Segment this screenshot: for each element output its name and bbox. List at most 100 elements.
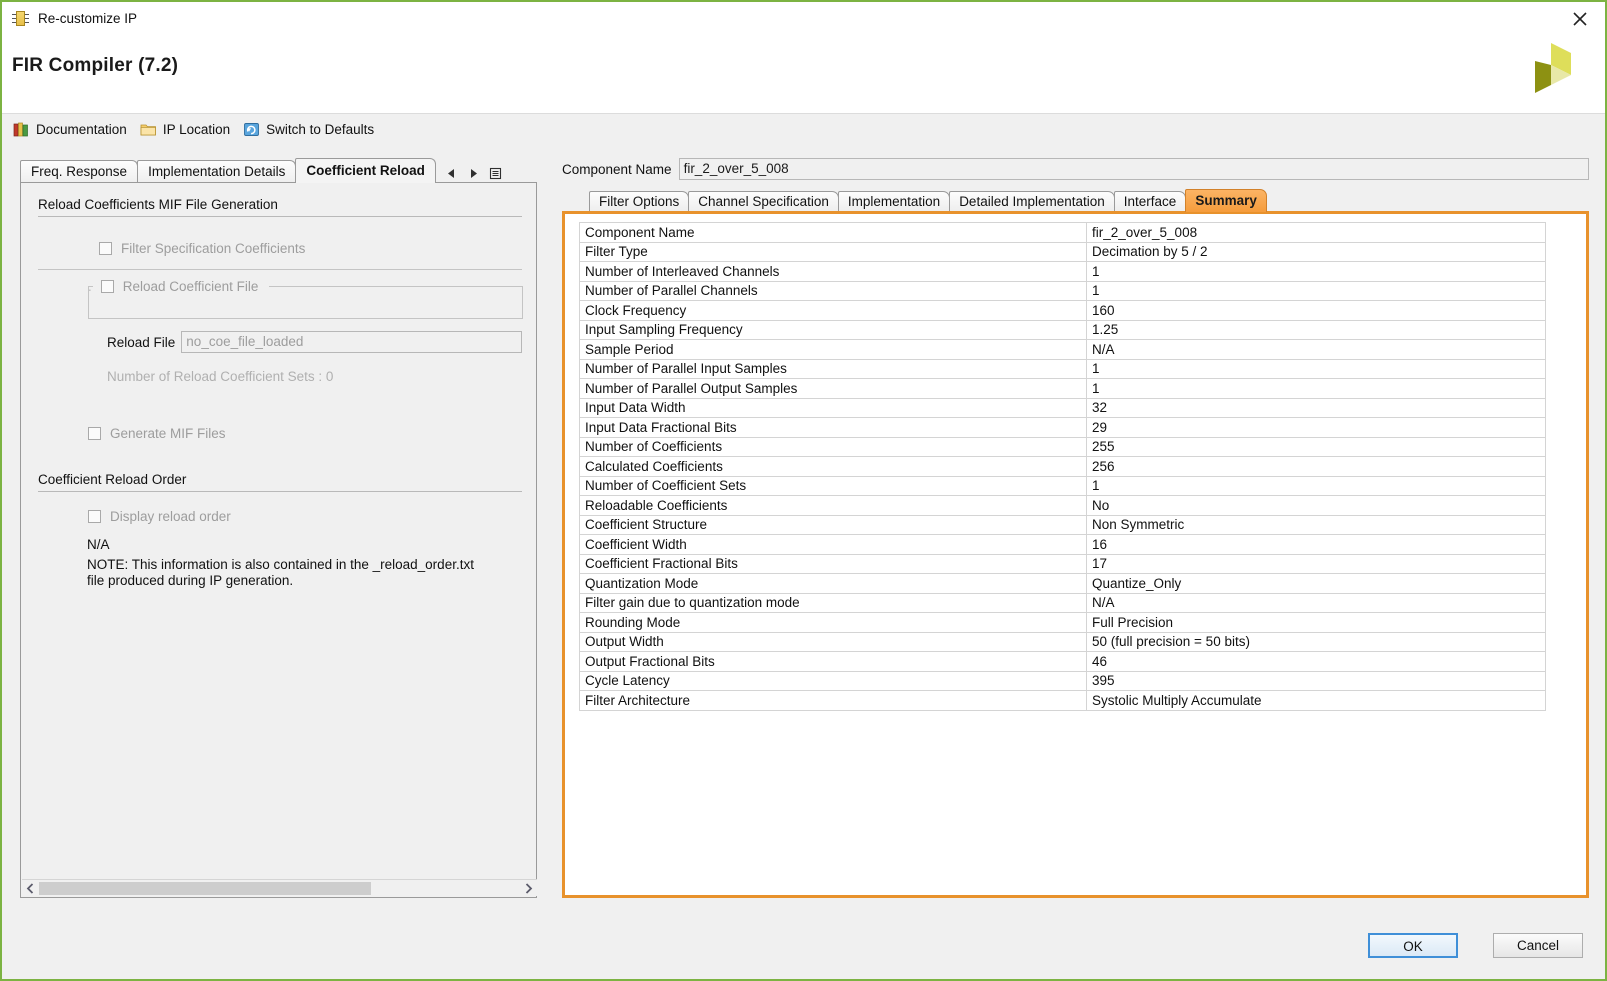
summary-value: 1.25	[1086, 319, 1546, 340]
group-edge-bottom	[88, 318, 523, 319]
table-row: Number of Parallel Channels 1	[579, 280, 1546, 301]
reload-sets-count: Number of Reload Coefficient Sets : 0	[107, 369, 334, 384]
summary-key: Quantization Mode	[579, 573, 1087, 594]
table-row: Rounding Mode Full Precision	[579, 612, 1546, 633]
dialog-body: Freq. Response Implementation Details Co…	[2, 145, 1605, 913]
folder-icon	[140, 121, 157, 138]
table-row: Calculated Coefficients 256	[579, 456, 1546, 477]
summary-key: Filter gain due to quantization mode	[579, 592, 1087, 613]
summary-key: Filter Type	[579, 241, 1087, 262]
summary-value: Full Precision	[1086, 612, 1546, 633]
tab-filter-options[interactable]: Filter Options	[589, 191, 690, 212]
tab-interface[interactable]: Interface	[1113, 191, 1187, 212]
tab-nav-controls	[445, 167, 502, 180]
component-name-row: Component Name fir_2_over_5_008	[562, 158, 1589, 180]
ok-button[interactable]: OK	[1368, 933, 1458, 958]
left-tab-strip: Freq. Response Implementation Details Co…	[20, 158, 537, 183]
books-icon	[13, 121, 30, 138]
summary-key: Sample Period	[579, 339, 1087, 360]
scrollbar-track[interactable]	[39, 881, 520, 896]
checkbox-label: Filter Specification Coefficients	[121, 241, 306, 256]
section-title-mif-generation: Reload Coefficients MIF File Generation	[38, 197, 522, 217]
table-row: Input Sampling Frequency 1.25	[579, 319, 1546, 340]
component-name-label: Component Name	[562, 161, 672, 177]
table-row: Cycle Latency 395	[579, 670, 1546, 691]
table-row: Input Data Fractional Bits 29	[579, 417, 1546, 438]
left-panel: Freq. Response Implementation Details Co…	[20, 158, 537, 898]
toolbar: Documentation IP Location Switch to Defa…	[2, 113, 1605, 145]
summary-key: Rounding Mode	[579, 612, 1087, 633]
close-icon[interactable]	[1569, 8, 1591, 30]
summary-value: 395	[1086, 670, 1546, 691]
tab-implementation[interactable]: Implementation	[837, 191, 951, 212]
horizontal-scrollbar[interactable]	[22, 879, 537, 896]
component-name-input[interactable]: fir_2_over_5_008	[678, 158, 1589, 180]
tab-implementation-details[interactable]: Implementation Details	[137, 160, 297, 183]
right-tab-strip: Filter Options Channel Specification Imp…	[589, 189, 1267, 212]
table-row: Filter Architecture Systolic Multiply Acc…	[579, 690, 1546, 711]
tab-coefficient-reload[interactable]: Coefficient Reload	[295, 158, 436, 183]
checkbox-display-reload-order[interactable]: Display reload order	[88, 509, 231, 524]
chevron-left-icon[interactable]	[22, 880, 39, 896]
summary-value: 46	[1086, 651, 1546, 672]
checkbox-label: Display reload order	[110, 509, 231, 524]
table-row: Quantization Mode Quantize_Only	[579, 573, 1546, 594]
summary-value: Quantize_Only	[1086, 573, 1546, 594]
table-row: Reloadable Coefficients No	[579, 495, 1546, 516]
checkbox-box[interactable]	[88, 510, 101, 523]
summary-key: Number of Interleaved Channels	[579, 261, 1087, 282]
table-row: Number of Coefficient Sets 1	[579, 475, 1546, 496]
switch-to-defaults-button[interactable]: Switch to Defaults	[241, 119, 379, 140]
group-divider	[269, 286, 522, 287]
summary-pane: Component Name fir_2_over_5_008 Filter Typ…	[562, 211, 1589, 898]
chevron-right-icon[interactable]	[520, 880, 537, 896]
summary-key: Number of Parallel Output Samples	[579, 378, 1087, 399]
summary-value: 1	[1086, 358, 1546, 379]
reload-order-value: N/A	[87, 537, 110, 552]
summary-value: N/A	[1086, 592, 1546, 613]
table-row: Coefficient Structure Non Symmetric	[579, 514, 1546, 535]
summary-value: 1	[1086, 475, 1546, 496]
summary-value: N/A	[1086, 339, 1546, 360]
summary-value: fir_2_over_5_008	[1086, 222, 1546, 243]
recustomize-ip-dialog: Re-customize IP FIR Compiler (7.2) Docum…	[0, 0, 1607, 981]
documentation-button[interactable]: Documentation	[11, 119, 132, 140]
summary-key: Cycle Latency	[579, 670, 1087, 691]
checkbox-box[interactable]	[99, 242, 112, 255]
checkbox-label: Generate MIF Files	[110, 426, 226, 441]
right-panel: Component Name fir_2_over_5_008 Filter O…	[562, 158, 1589, 898]
summary-value: Decimation by 5 / 2	[1086, 241, 1546, 262]
reload-file-input[interactable]: no_coe_file_loaded	[181, 331, 522, 353]
coefficient-reload-pane: Reload Coefficients MIF File Generation …	[20, 182, 537, 898]
toolbar-item-label: IP Location	[162, 122, 231, 137]
summary-table: Component Name fir_2_over_5_008 Filter Typ…	[579, 222, 1546, 711]
summary-key: Coefficient Width	[579, 534, 1087, 555]
tab-freq-response[interactable]: Freq. Response	[20, 160, 139, 183]
reload-file-row: Reload File no_coe_file_loaded	[107, 331, 522, 353]
page-title: FIR Compiler (7.2)	[12, 55, 179, 76]
checkbox-reload-coefficient-file[interactable]: . Reload Coefficient File	[88, 279, 258, 294]
tab-summary[interactable]: Summary	[1185, 189, 1267, 212]
table-row: Coefficient Fractional Bits 17	[579, 553, 1546, 574]
checkbox-filter-specification-coefficients[interactable]: Filter Specification Coefficients	[99, 241, 305, 256]
tab-list-icon[interactable]	[489, 167, 502, 180]
window-title: Re-customize IP	[38, 11, 138, 26]
summary-key: Coefficient Fractional Bits	[579, 553, 1087, 574]
ip-location-button[interactable]: IP Location	[138, 119, 235, 140]
triangle-right-icon[interactable]	[467, 167, 480, 180]
cancel-button[interactable]: Cancel	[1493, 933, 1583, 958]
group-edge-right	[522, 286, 523, 318]
triangle-left-icon[interactable]	[445, 167, 458, 180]
section-title-reload-order: Coefficient Reload Order	[38, 472, 522, 492]
summary-value: 17	[1086, 553, 1546, 574]
toolbar-item-label: Documentation	[36, 122, 127, 137]
checkbox-generate-mif-files[interactable]: Generate MIF Files	[88, 426, 226, 441]
checkbox-box[interactable]	[100, 280, 114, 293]
tab-channel-specification[interactable]: Channel Specification	[688, 191, 839, 212]
scrollbar-thumb[interactable]	[39, 881, 371, 895]
checkbox-box[interactable]	[88, 427, 101, 440]
divider	[38, 269, 522, 270]
summary-key: Clock Frequency	[579, 300, 1087, 321]
tab-detailed-implementation[interactable]: Detailed Implementation	[949, 191, 1115, 212]
summary-key: Number of Parallel Channels	[579, 280, 1087, 301]
